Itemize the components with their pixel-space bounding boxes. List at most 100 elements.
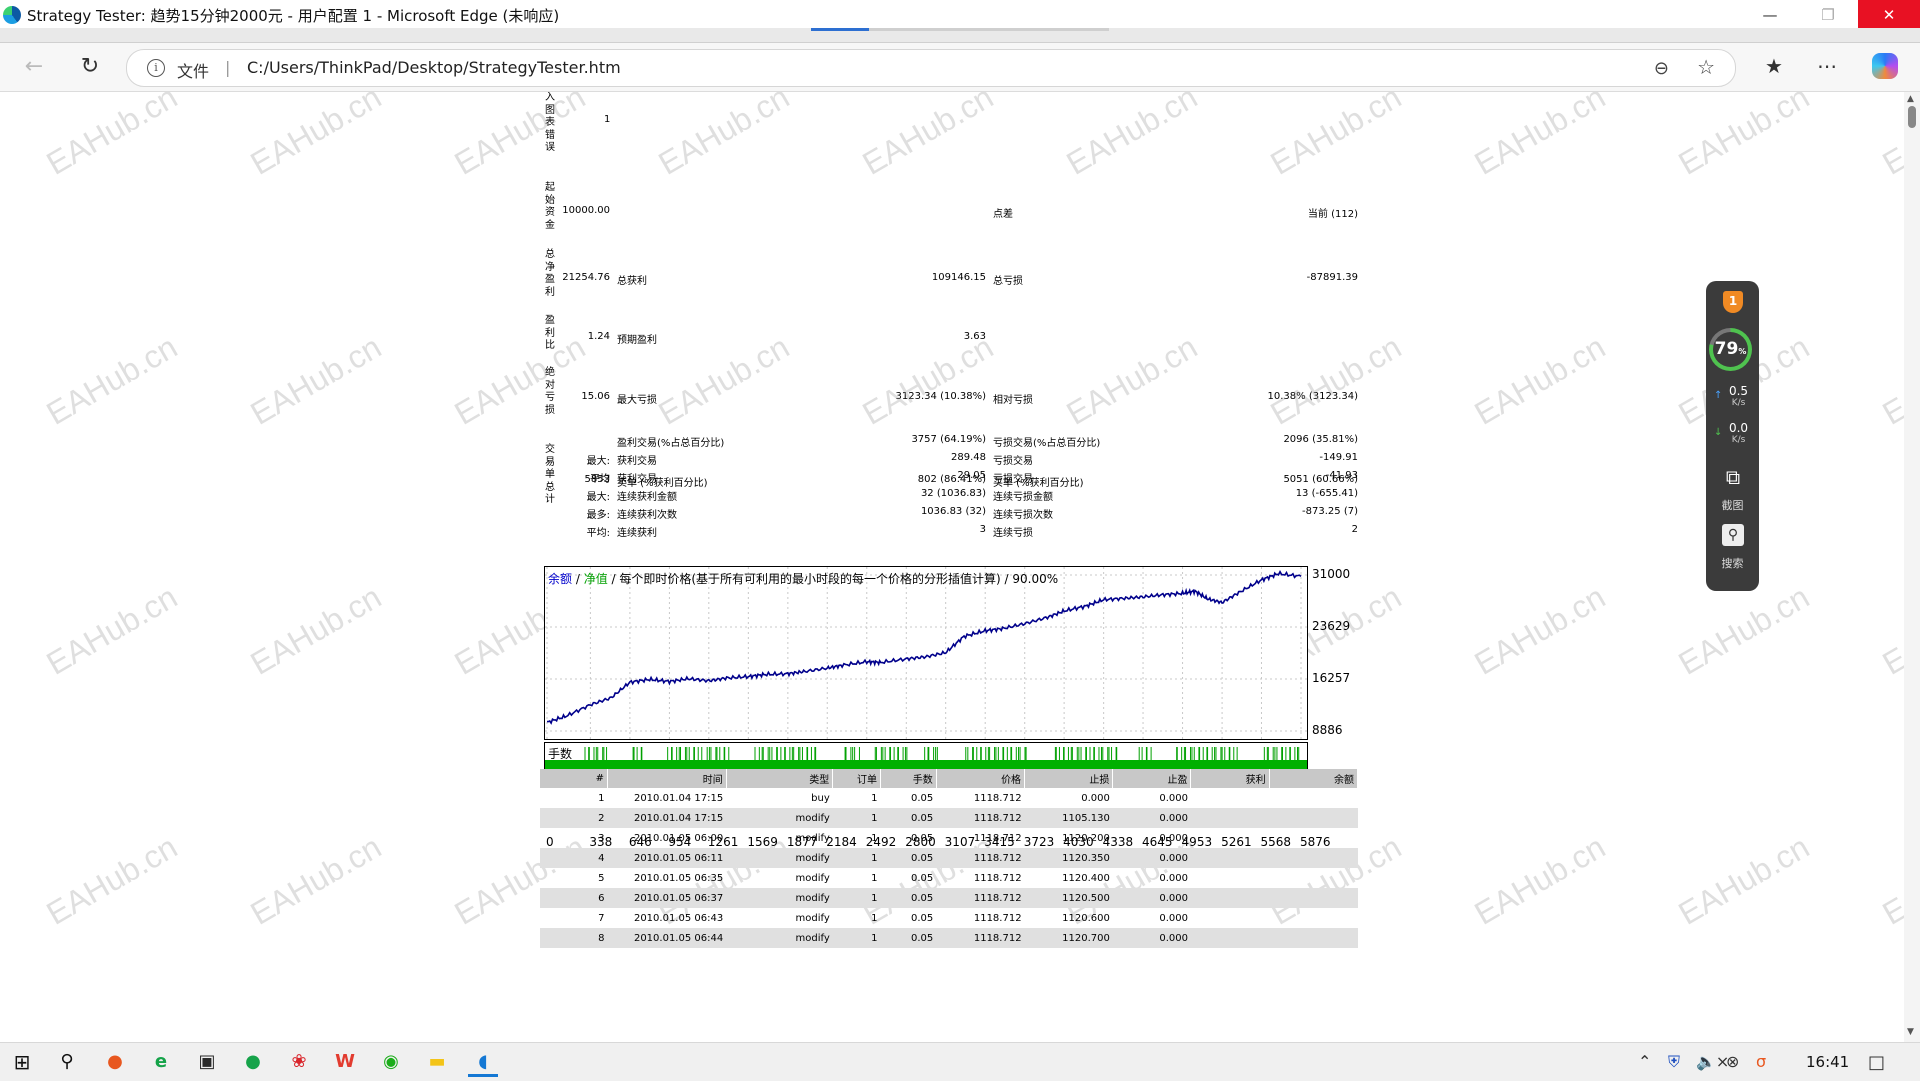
active-tab-indicator [811, 28, 869, 31]
stat-b-label: 连续亏损金额 [993, 492, 1053, 503]
table-cell: 0.05 [880, 928, 937, 948]
label-spread: 点差 [993, 209, 1013, 220]
table-cell [1269, 888, 1358, 908]
more-options-icon[interactable]: ⋯ [1813, 54, 1841, 78]
scroll-down-arrow-icon[interactable]: ▼ [1907, 1027, 1914, 1037]
notification-icon[interactable]: □ [1868, 1052, 1885, 1073]
label-relative-drawdown: 相对亏损 [993, 395, 1033, 406]
back-button[interactable]: ← [20, 53, 48, 81]
network-speed-widget[interactable]: 1 79% ↑ 0.5 K/s ↓ 0.0 K/s ⧉ 截图 ⚲ 搜索 [1706, 281, 1759, 591]
watermark-text: EAHub.cn [1876, 828, 1904, 932]
watermark-text: EAHub.cn [1468, 92, 1612, 182]
taskbar-clock[interactable]: 16:41 [1806, 1053, 1849, 1071]
label-max-drawdown: 最大亏损 [617, 395, 657, 406]
stat-a-label: 连续获利 [617, 528, 657, 539]
label-gross-loss: 总亏损 [993, 276, 1023, 287]
table-cell: 1118.712 [973, 792, 1022, 804]
taskbar: ⊞ ⚲ ● e ▣ ● ❀ W ◉ ▬ ◖ ⌃ ⛨ 🔈× ⊗ σ 16:41 □ [0, 1042, 1920, 1081]
refresh-button[interactable]: ↻ [76, 53, 104, 81]
table-cell: 0.000 [1112, 848, 1191, 868]
table-cell: 1105.130 [1024, 808, 1113, 828]
favorites-icon[interactable]: ★ [1760, 54, 1788, 78]
table-cell: 1 [598, 792, 605, 804]
stat-b-label: 亏损交易 [993, 474, 1033, 485]
watermark-text: EAHub.cn [1876, 92, 1904, 182]
watermark-text: EAHub.cn [1468, 828, 1612, 932]
table-row: 7 2010.01.05 06:43 modify 1 0.05 1118.712 1120… [540, 908, 1358, 928]
orders-column-header: 时间 [607, 769, 727, 788]
table-cell [1191, 788, 1269, 808]
stat-b-label: 亏损交易 [993, 456, 1033, 467]
maximize-button[interactable]: ❐ [1799, 0, 1857, 30]
stat-prefix: 平均 [590, 474, 610, 485]
table-cell: modify [726, 928, 833, 948]
value-relative-drawdown: 10.38% (3123.34) [1267, 391, 1358, 402]
table-cell: 0.05 [911, 792, 934, 804]
table-cell: 0.05 [911, 872, 934, 884]
table-cell: 1120.600 [1062, 912, 1110, 924]
volume-muted-icon[interactable]: 🔈× [1696, 1052, 1729, 1071]
input-method-icon[interactable]: σ [1756, 1052, 1766, 1071]
table-cell [1269, 848, 1358, 868]
info-icon[interactable]: i [147, 59, 165, 77]
taskbar-search-icon[interactable]: ⚲ [52, 1047, 82, 1077]
screenshot-icon[interactable]: ⧉ [1722, 466, 1744, 488]
url-text[interactable]: C:/Users/ThinkPad/Desktop/StrategyTester… [247, 58, 621, 77]
orders-column-header: 获利 [1190, 769, 1270, 788]
legend-equity: 净值 [583, 572, 608, 586]
y-tick-label: 8886 [1312, 723, 1343, 737]
table-cell: 0.05 [880, 888, 937, 908]
orders-header-row: # 时间 类型 订单 手数 价格 止损 止盈 获利 余额 [540, 769, 1359, 788]
app-red-icon[interactable]: ❀ [284, 1047, 314, 1077]
table-cell: 0.000 [1159, 832, 1188, 844]
firefox-icon[interactable]: ● [100, 1047, 130, 1077]
memory-usage-unit: % [1738, 347, 1747, 356]
wps-icon[interactable]: W [330, 1047, 360, 1077]
search-icon[interactable]: ⚲ [1722, 524, 1744, 546]
stat-b-label: 亏损交易(%占总百分比) [993, 438, 1101, 449]
close-circle-icon[interactable]: ⊗ [1726, 1052, 1739, 1071]
edge-taskbar-icon[interactable]: ◖ [468, 1047, 498, 1077]
watermark-text: EAHub.cn [244, 828, 388, 932]
sticky-notes-icon[interactable]: ▬ [422, 1047, 452, 1077]
minimize-button[interactable]: — [1741, 0, 1799, 30]
security-shield-icon[interactable]: 1 [1723, 291, 1743, 313]
watermark-text: EAHub.cn [652, 328, 796, 432]
app-green-icon[interactable]: ● [238, 1047, 268, 1077]
watermark-text: EAHub.cn [244, 578, 388, 682]
lots-label: 手数 [548, 747, 573, 761]
window-title: Strategy Tester: 趋势15分钟2000元 - 用户配置 1 - … [27, 7, 560, 25]
value-gross-loss: -87891.39 [1306, 272, 1358, 283]
table-cell [1191, 868, 1269, 888]
table-cell [1269, 868, 1357, 888]
value-expected-payoff: 3.63 [963, 331, 986, 342]
close-window-button[interactable]: ✕ [1858, 0, 1920, 30]
scrollbar-thumb[interactable] [1908, 106, 1916, 128]
favorite-star-icon[interactable]: ☆ [1697, 55, 1715, 79]
explorer-icon[interactable]: ▣ [192, 1047, 222, 1077]
table-cell [1190, 848, 1270, 868]
table-cell: 0.000 [1112, 888, 1191, 908]
edge-logo-icon [3, 6, 21, 24]
address-bar[interactable]: i 文件 | C:/Users/ThinkPad/Desktop/Strateg… [126, 49, 1736, 87]
watermark-text: EAHub.cn [652, 92, 796, 182]
windows-start-icon[interactable]: ⊞ [7, 1047, 37, 1077]
table-cell [1191, 908, 1269, 928]
stat-a-value: 3757 (64.19%) [911, 434, 986, 445]
ie-browser-icon[interactable]: e [146, 1047, 176, 1077]
zoom-out-icon[interactable]: ⊖ [1654, 58, 1669, 79]
watermark-text: EAHub.cn [1264, 328, 1408, 432]
table-cell: 1120.500 [1024, 888, 1113, 908]
scroll-up-arrow-icon[interactable]: ▲ [1907, 94, 1914, 104]
vertical-scrollbar[interactable]: ▲ ▼ [1904, 92, 1920, 1042]
security-tray-icon[interactable]: ⛨ [1668, 1052, 1680, 1072]
table-cell: 2 [540, 808, 608, 828]
copilot-icon[interactable] [1872, 53, 1898, 79]
memory-usage-ring[interactable]: 79% [1709, 328, 1752, 371]
wechat-icon[interactable]: ◉ [376, 1047, 406, 1077]
screenshot-label: 截图 [1721, 499, 1744, 512]
watermark-text: EAHub.cn [1672, 828, 1816, 932]
label-absolute-drawdown: 绝对亏损 [545, 367, 555, 416]
tray-expand-icon[interactable]: ⌃ [1638, 1052, 1651, 1071]
orders-column-header: 手数 [880, 769, 937, 788]
